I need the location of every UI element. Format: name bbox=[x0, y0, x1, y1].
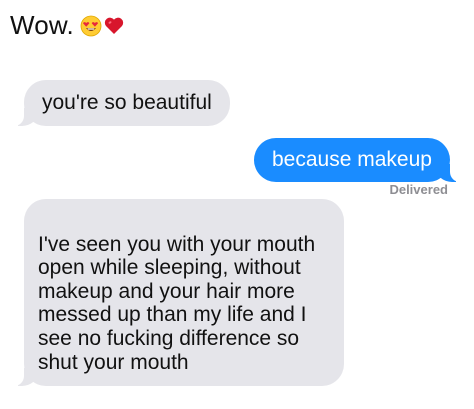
heart-eyes-emoji-icon bbox=[80, 15, 102, 36]
message-text: I've seen you with your mouth open while… bbox=[38, 232, 316, 374]
post-caption: Wow. bbox=[10, 10, 124, 41]
incoming-message-bubble[interactable]: I've seen you with your mouth open while… bbox=[14, 199, 344, 387]
red-heart-icon bbox=[104, 17, 124, 34]
message-text: you're so beautiful bbox=[42, 91, 212, 114]
outgoing-message-bubble[interactable]: because makeup bbox=[254, 138, 460, 182]
caption-emojis bbox=[80, 15, 124, 37]
message-text: because makeup bbox=[272, 148, 432, 171]
incoming-message-bubble[interactable]: you're so beautiful bbox=[14, 80, 230, 126]
caption-text: Wow. bbox=[10, 10, 74, 40]
delivery-status: Delivered bbox=[389, 182, 448, 197]
